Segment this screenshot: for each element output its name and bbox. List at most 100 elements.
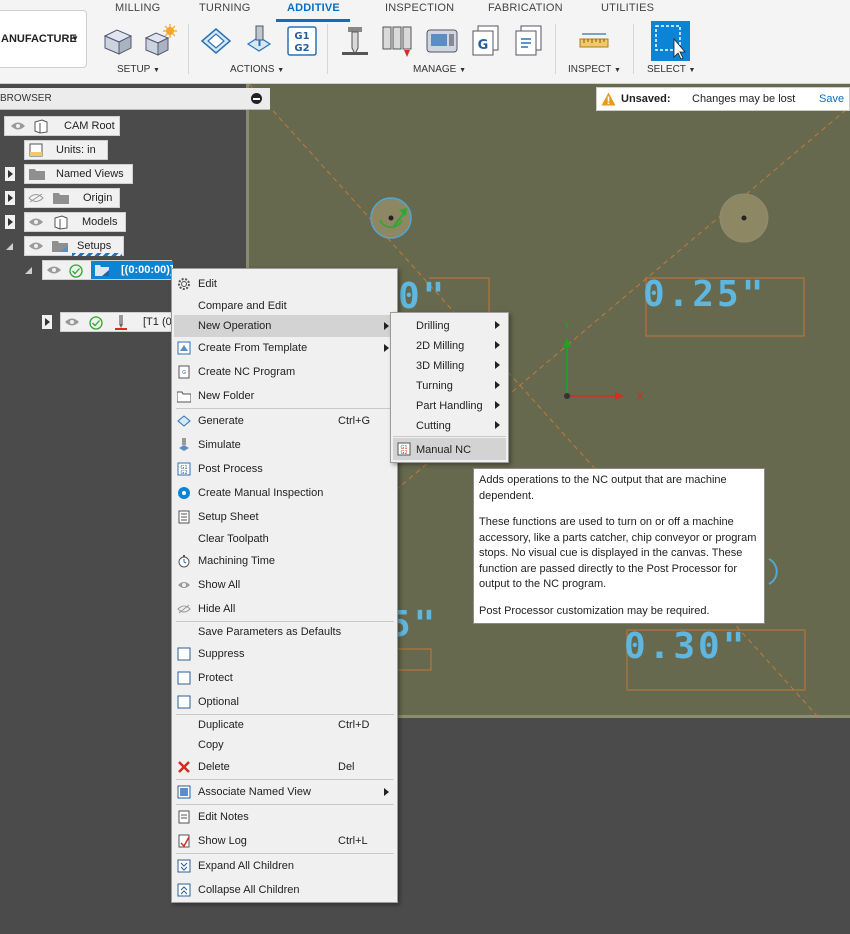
checkbox-icon[interactable] xyxy=(177,695,191,709)
tab-fabrication[interactable]: FABRICATION xyxy=(488,2,563,14)
expand-toggle[interactable] xyxy=(5,167,15,181)
expand-toggle[interactable] xyxy=(5,215,15,229)
inspection-icon xyxy=(178,487,190,499)
eye-icon[interactable] xyxy=(46,265,62,275)
eye-off-icon[interactable] xyxy=(28,193,44,203)
setup-group-menu[interactable]: SETUP ▼ xyxy=(117,64,160,75)
stock-icon[interactable] xyxy=(143,24,177,58)
menu-item-create-from-template[interactable]: Create From Template xyxy=(174,337,395,359)
submenu-item-2d-milling[interactable]: 2D Milling xyxy=(393,335,506,355)
submenu-item-turning[interactable]: Turning xyxy=(393,375,506,395)
select-group-menu[interactable]: SELECT ▼ xyxy=(647,64,695,75)
browser-title: BROWSER xyxy=(0,93,52,104)
machine-library-icon[interactable] xyxy=(425,24,459,58)
expand-toggle[interactable] xyxy=(5,191,15,205)
tab-utilities[interactable]: UTILITIES xyxy=(601,2,654,14)
manage-group-menu[interactable]: MANAGE ▼ xyxy=(413,64,466,75)
tree-node-setup[interactable]: [(0:00:00)] xyxy=(42,260,174,280)
collapse-panel-icon[interactable] xyxy=(251,93,262,104)
menu-item-suppress[interactable]: Suppress xyxy=(174,643,395,665)
tree-node-label: Models xyxy=(82,216,118,228)
tool-library-icon[interactable] xyxy=(338,24,372,58)
menu-item-new-operation[interactable]: New Operation xyxy=(174,315,395,337)
nc-program-library-icon[interactable] xyxy=(512,24,546,58)
tab-inspection[interactable]: INSPECTION xyxy=(385,2,454,14)
submenu-item-3d-milling[interactable]: 3D Milling xyxy=(393,355,506,375)
folder-icon xyxy=(53,193,69,204)
expand-toggle[interactable] xyxy=(42,315,52,329)
group-separator xyxy=(633,24,634,74)
submenu-item-cutting[interactable]: Cutting xyxy=(393,415,506,435)
submenu-item-drilling[interactable]: Drilling xyxy=(393,315,506,335)
menu-item-duplicate[interactable]: Duplicate Ctrl+D xyxy=(174,714,395,736)
submenu-arrow-icon xyxy=(495,421,500,429)
menu-item-edit[interactable]: Edit xyxy=(174,273,395,295)
menu-item-generate[interactable]: Generate Ctrl+G xyxy=(174,410,395,432)
menu-item-delete[interactable]: Delete Del xyxy=(174,756,395,778)
menu-separator xyxy=(393,436,506,437)
tree-node-origin[interactable]: Origin xyxy=(24,188,120,208)
checkbox-icon[interactable] xyxy=(177,647,191,661)
menu-item-post-process[interactable]: G1 G2 Post Process xyxy=(174,458,395,480)
save-link[interactable]: Save xyxy=(819,93,844,105)
menu-item-create-nc-program[interactable]: G Create NC Program xyxy=(174,361,395,383)
tree-node-label: [T1 (0 xyxy=(143,316,172,328)
tab-turning[interactable]: TURNING xyxy=(199,2,251,14)
menu-item-setup-sheet[interactable]: Setup Sheet xyxy=(174,506,395,528)
collapse-toggle[interactable] xyxy=(24,263,34,277)
menu-item-create-manual-inspection[interactable]: Create Manual Inspection xyxy=(174,482,395,504)
menu-separator xyxy=(176,804,394,805)
submenu-item-part-handling[interactable]: Part Handling xyxy=(393,395,506,415)
actions-group-menu[interactable]: ACTIONS ▼ xyxy=(230,64,284,75)
eye-icon[interactable] xyxy=(64,317,80,327)
svg-text:G: G xyxy=(478,38,489,53)
menu-item-expand-all-children[interactable]: Expand All Children xyxy=(174,855,395,877)
tree-node-setups[interactable]: Setups xyxy=(24,236,124,256)
menu-item-collapse-all-children[interactable]: Collapse All Children xyxy=(174,879,395,901)
post-process-icon[interactable]: G1 G2 xyxy=(285,24,319,58)
checkbox-icon[interactable] xyxy=(177,671,191,685)
menu-item-edit-notes[interactable]: Edit Notes xyxy=(174,806,395,828)
setup-icon[interactable] xyxy=(101,24,135,58)
tree-node-label: CAM Root xyxy=(64,120,115,132)
menu-item-new-folder[interactable]: New Folder xyxy=(174,385,395,407)
eye-icon[interactable] xyxy=(28,241,44,251)
menu-item-optional[interactable]: Optional xyxy=(174,691,395,713)
workspace-switcher[interactable]: ANUFACTURE ▼ xyxy=(0,10,87,68)
tree-node-cam-root[interactable]: CAM Root xyxy=(4,116,120,136)
model-icon xyxy=(54,215,68,230)
menu-item-save-parameters-as-defaults[interactable]: Save Parameters as Defaults xyxy=(174,621,395,643)
eye-off-icon xyxy=(177,604,191,614)
svg-text:G2: G2 xyxy=(294,43,309,54)
simulate-action-icon[interactable] xyxy=(199,24,233,58)
named-view-icon xyxy=(177,785,191,799)
generate-action-icon[interactable] xyxy=(242,24,276,58)
eye-icon[interactable] xyxy=(10,121,26,131)
menu-item-show-log[interactable]: Show Log Ctrl+L xyxy=(174,830,395,852)
measure-icon[interactable] xyxy=(577,24,611,58)
collapse-toggle[interactable] xyxy=(5,239,15,253)
tree-node-models[interactable]: Models xyxy=(24,212,126,232)
tab-additive[interactable]: ADDITIVE xyxy=(287,2,340,14)
select-tool-icon[interactable] xyxy=(651,21,690,61)
inspect-group-menu[interactable]: INSPECT ▼ xyxy=(568,64,621,75)
menu-item-copy[interactable]: Copy xyxy=(174,734,395,756)
menu-item-protect[interactable]: Protect xyxy=(174,667,395,689)
submenu-item-manual-nc[interactable]: G1 G2 Manual NC xyxy=(393,438,506,460)
template-library-icon[interactable] xyxy=(380,24,414,58)
menu-item-clear-toolpath[interactable]: Clear Toolpath xyxy=(174,528,395,550)
tree-node-operation[interactable]: [T1 (0 xyxy=(60,312,174,332)
eye-icon[interactable] xyxy=(28,217,44,227)
menu-item-associate-named-view[interactable]: Associate Named View xyxy=(174,781,395,803)
cam-root-icon xyxy=(34,119,48,134)
tree-node-named-views[interactable]: Named Views xyxy=(24,164,133,184)
submenu-arrow-icon xyxy=(495,361,500,369)
post-library-icon[interactable]: G xyxy=(469,24,503,58)
menu-item-show-all[interactable]: Show All xyxy=(174,574,395,596)
menu-item-hide-all[interactable]: Hide All xyxy=(174,598,395,620)
menu-item-machining-time[interactable]: Machining Time xyxy=(174,550,395,572)
menu-item-compare-and-edit[interactable]: Compare and Edit xyxy=(174,295,395,317)
tree-node-units[interactable]: Units: in xyxy=(24,140,108,160)
menu-item-simulate[interactable]: Simulate xyxy=(174,434,395,456)
tab-milling[interactable]: MILLING xyxy=(115,2,160,14)
